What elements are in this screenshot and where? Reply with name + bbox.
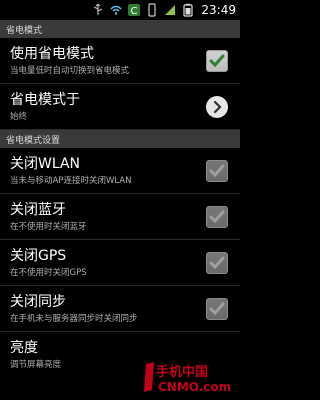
pref-title: 关闭蓝牙 bbox=[10, 201, 66, 218]
pref-title: 关闭WLAN bbox=[10, 155, 81, 172]
pref-summary: 当电量低时自动切换到省电模式 bbox=[10, 65, 130, 76]
clock: 23:49 bbox=[201, 3, 236, 17]
phone-icon bbox=[145, 3, 159, 17]
pref-gps[interactable]: 关闭GPS 在不使用时关闭GPS bbox=[0, 240, 240, 286]
checkbox-use-power-saving[interactable] bbox=[206, 49, 228, 72]
chevron-right-icon[interactable] bbox=[206, 95, 228, 118]
pref-summary: 始终 bbox=[10, 111, 28, 122]
pref-title: 省电模式于 bbox=[10, 91, 80, 108]
wifi-icon bbox=[109, 3, 123, 17]
checkbox-sync[interactable] bbox=[206, 297, 228, 320]
pref-summary: 当未与移动AP连接时关闭WLAN bbox=[10, 175, 132, 186]
checkmark-icon bbox=[209, 302, 225, 315]
app-c-icon: C bbox=[127, 3, 141, 17]
svg-text:C: C bbox=[131, 6, 138, 17]
checkbox-gps[interactable] bbox=[206, 251, 228, 274]
pref-title: 使用省电模式 bbox=[10, 45, 94, 62]
pref-summary: 在手机未与服务器同步时关闭同步 bbox=[10, 313, 138, 324]
watermark-line1: 手机中国 bbox=[156, 364, 208, 380]
usb-icon bbox=[91, 3, 105, 17]
checkbox-bluetooth[interactable] bbox=[206, 205, 228, 228]
pref-summary: 在不使用时关闭GPS bbox=[10, 267, 87, 278]
checkmark-icon bbox=[209, 164, 225, 177]
pref-sync[interactable]: 关闭同步 在手机未与服务器同步时关闭同步 bbox=[0, 286, 240, 332]
pref-bluetooth[interactable]: 关闭蓝牙 在不使用时关闭蓝牙 bbox=[0, 194, 240, 240]
status-bar: C 23:49 bbox=[0, 0, 240, 20]
checkmark-icon bbox=[209, 256, 225, 269]
checkmark-icon bbox=[209, 54, 225, 67]
checkbox-wlan[interactable] bbox=[206, 159, 228, 182]
pref-wlan[interactable]: 关闭WLAN 当未与移动AP连接时关闭WLAN bbox=[0, 148, 240, 194]
signal-icon bbox=[163, 3, 177, 17]
section-header-power-settings: 省电模式设置 bbox=[0, 130, 240, 148]
section-header-power-mode: 省电模式 bbox=[0, 20, 240, 38]
pref-power-mode-when[interactable]: 省电模式于 始终 bbox=[0, 84, 240, 130]
pref-title: 关闭同步 bbox=[10, 293, 66, 310]
pref-summary: 在不使用时关闭蓝牙 bbox=[10, 221, 87, 232]
pref-use-power-saving[interactable]: 使用省电模式 当电量低时自动切换到省电模式 bbox=[0, 38, 240, 84]
battery-icon bbox=[181, 3, 195, 17]
cnmo-watermark-logo: 手机中国 CNMO.com bbox=[144, 362, 231, 394]
pref-title: 关闭GPS bbox=[10, 247, 67, 264]
pref-title: 亮度 bbox=[10, 340, 38, 356]
checkmark-icon bbox=[209, 210, 225, 223]
watermark-line2: CNMO.com bbox=[158, 380, 231, 394]
